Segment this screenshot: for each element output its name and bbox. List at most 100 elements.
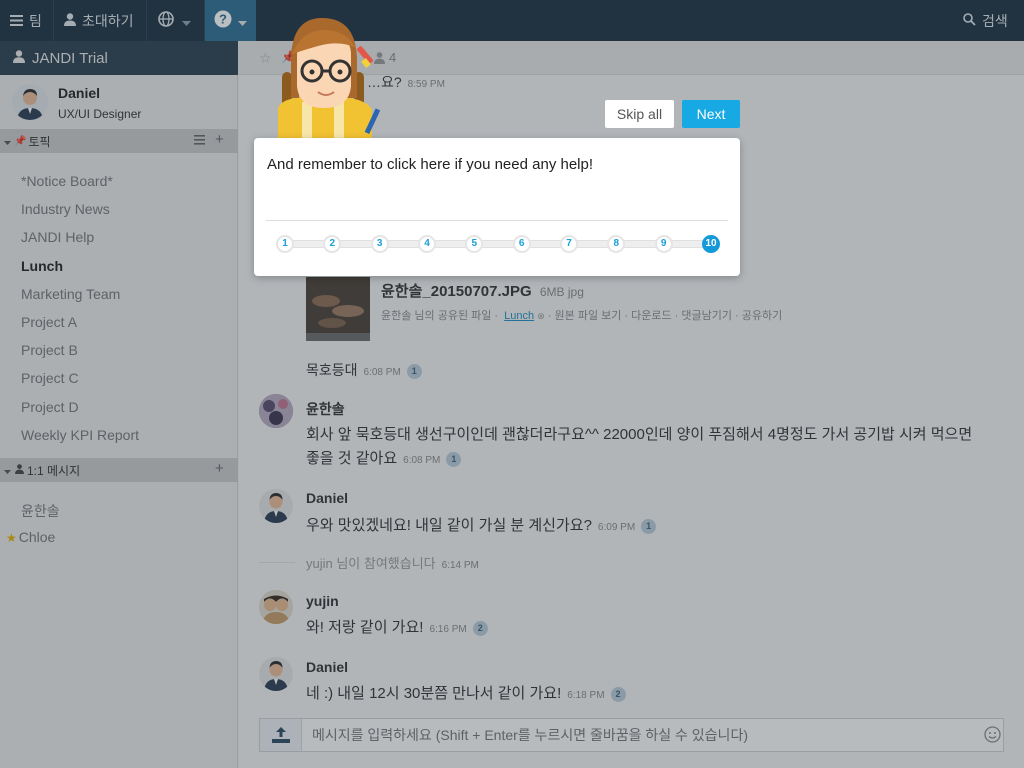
caret-down-icon — [182, 13, 191, 29]
team-header[interactable]: JANDI Trial — [0, 41, 238, 75]
add-topic-icon[interactable]: + — [215, 131, 224, 148]
star-icon: ★ — [6, 531, 17, 545]
message-author[interactable]: 윤한솔 — [306, 399, 345, 419]
step-track — [282, 240, 712, 248]
sidebar-item-topic[interactable]: Lunch — [21, 258, 63, 274]
system-message: yujin 님이 참여했습니다 6:14 PM — [306, 553, 479, 572]
timestamp: 6:09 PM — [597, 522, 636, 533]
next-button[interactable]: Next — [682, 100, 740, 128]
sidebar-item-topic[interactable]: Project D — [21, 399, 79, 415]
language-menu-button[interactable] — [158, 0, 191, 41]
message-body: 좋을 것 같아요 — [306, 450, 398, 467]
invite-label: 초대하기 — [82, 12, 134, 29]
skip-all-button[interactable]: Skip all — [605, 100, 674, 128]
team-menu-button[interactable]: 팀 — [10, 0, 42, 41]
timestamp: 8:59 PM — [407, 79, 445, 90]
dm-item-label: Chloe — [18, 529, 56, 545]
message-author[interactable]: yujin — [306, 593, 339, 609]
divider — [146, 0, 147, 41]
tour-popup: And remember to click here if you need a… — [254, 138, 740, 276]
message-text: 회사 앞 묵호등대 생선구이인데 괜찮더라구요^^ 22000인데 양이 푸짐해… — [306, 423, 1006, 473]
add-dm-icon[interactable]: + — [215, 460, 224, 477]
tour-step-10[interactable]: 10 — [702, 235, 720, 253]
tour-message: And remember to click here if you need a… — [267, 156, 594, 173]
message-body: 목호등대 — [306, 362, 358, 378]
unread-count-badge[interactable]: 1 — [406, 363, 422, 379]
topics-section-label: 토픽 — [28, 134, 51, 149]
dm-item-윤한솔[interactable]: 윤한솔 — [21, 501, 60, 521]
tour-step-8[interactable]: 8 — [607, 235, 626, 253]
timestamp: 6:14 PM — [441, 560, 479, 571]
file-actions[interactable]: · 원본 파일 보기 · 다운로드 · 댓글남기기 · 공유하기 — [548, 310, 782, 322]
team-name: JANDI Trial — [32, 49, 108, 67]
tour-mascot-illustration — [262, 16, 392, 142]
sidebar-item-topic[interactable]: Industry News — [21, 201, 110, 217]
topics-section-header[interactable]: 📌 토픽 + — [0, 129, 238, 153]
emoji-icon[interactable] — [984, 726, 1001, 748]
message-author[interactable]: Daniel — [306, 659, 348, 675]
tour-step-5[interactable]: 5 — [465, 235, 484, 253]
invite-button[interactable]: 초대하기 — [64, 0, 134, 41]
divider — [53, 0, 54, 41]
sidebar-item-topic[interactable]: Weekly KPI Report — [21, 427, 139, 443]
dm-section-header[interactable]: 1:1 메시지 + — [0, 458, 238, 482]
tour-step-1[interactable]: 1 — [276, 235, 294, 253]
top-bar: 팀 초대하기 ? 검색 — [0, 0, 1024, 41]
timestamp: 6:08 PM — [403, 455, 441, 466]
message-body-line2: 좋을 것 같아요 6:08 PM 1 — [306, 447, 1006, 473]
search-icon — [963, 12, 976, 29]
tour-step-6[interactable]: 6 — [512, 235, 531, 253]
upload-button[interactable] — [260, 719, 302, 751]
tour-step-7[interactable]: 7 — [560, 235, 578, 253]
timestamp: 6:16 PM — [429, 624, 467, 635]
tour-step-3[interactable]: 3 — [370, 235, 389, 253]
list-icon[interactable] — [194, 134, 205, 148]
sidebar-item-topic[interactable]: *Notice Board* — [21, 173, 113, 189]
caret-down-icon — [238, 13, 247, 29]
sidebar-item-topic[interactable]: JANDI Help — [21, 229, 94, 245]
avatar[interactable] — [259, 394, 293, 428]
sidebar-item-topic[interactable]: Project C — [21, 370, 79, 386]
caret-down-icon — [4, 134, 11, 148]
file-thumbnail[interactable] — [306, 277, 370, 341]
upload-icon — [272, 727, 290, 748]
tour-step-2[interactable]: 2 — [323, 235, 342, 253]
sidebar-item-topic[interactable]: Project B — [21, 342, 78, 358]
tour-step-4[interactable]: 4 — [418, 235, 436, 253]
avatar[interactable] — [259, 590, 293, 624]
divider — [259, 562, 295, 563]
timestamp: 6:18 PM — [567, 690, 605, 701]
search-button[interactable]: 검색 — [963, 0, 1008, 41]
user-icon — [64, 12, 76, 29]
help-menu-button[interactable]: ? — [205, 0, 256, 41]
message-body: 우와 맛있겠네요! 내일 같이 가실 분 계신가요? — [306, 517, 592, 534]
sidebar: JANDI Trial Daniel UX/UI Designer 📌 토픽 +… — [0, 41, 238, 768]
divider — [266, 220, 728, 221]
system-message-text: yujin 님이 참여했습니다 — [306, 556, 436, 571]
dm-item-chloe[interactable]: ★ Chloe — [6, 529, 55, 545]
message-input[interactable] — [312, 723, 972, 747]
svg-text:?: ? — [219, 12, 227, 27]
unread-count-badge[interactable]: 1 — [446, 451, 462, 467]
timestamp: 6:08 PM — [363, 367, 401, 378]
tour-step-9[interactable]: 9 — [654, 235, 673, 253]
file-meta: 윤한솔 님의 공유된 파일 · Lunch ⊗ · 원본 파일 보기 · 다운로… — [381, 307, 782, 323]
file-topic-link[interactable]: Lunch — [504, 310, 534, 322]
remove-icon[interactable]: ⊗ — [537, 311, 545, 321]
message-body: 네 :) 내일 12시 30분쯤 만나서 같이 가요! — [306, 685, 562, 702]
message-text: 목호등대 6:08 PM 1 — [306, 358, 422, 385]
avatar[interactable] — [259, 657, 293, 691]
unread-count-badge[interactable]: 2 — [610, 686, 626, 702]
dm-item-label: 윤한솔 — [21, 503, 60, 519]
unread-count-badge[interactable]: 2 — [472, 620, 488, 636]
message-author[interactable]: Daniel — [306, 490, 348, 506]
user-icon — [15, 463, 24, 477]
sidebar-item-topic[interactable]: Project A — [21, 314, 77, 330]
message-text: 와! 저랑 같이 가요! 6:16 PM 2 — [306, 616, 488, 642]
avatar[interactable] — [259, 489, 293, 523]
user-profile[interactable]: Daniel UX/UI Designer — [0, 75, 238, 129]
sidebar-item-topic[interactable]: Marketing Team — [21, 286, 120, 302]
caret-down-icon — [4, 463, 11, 477]
file-name[interactable]: 윤한솔_20150707.JPG 6MB jpg — [381, 280, 584, 301]
unread-count-badge[interactable]: 1 — [641, 518, 657, 534]
